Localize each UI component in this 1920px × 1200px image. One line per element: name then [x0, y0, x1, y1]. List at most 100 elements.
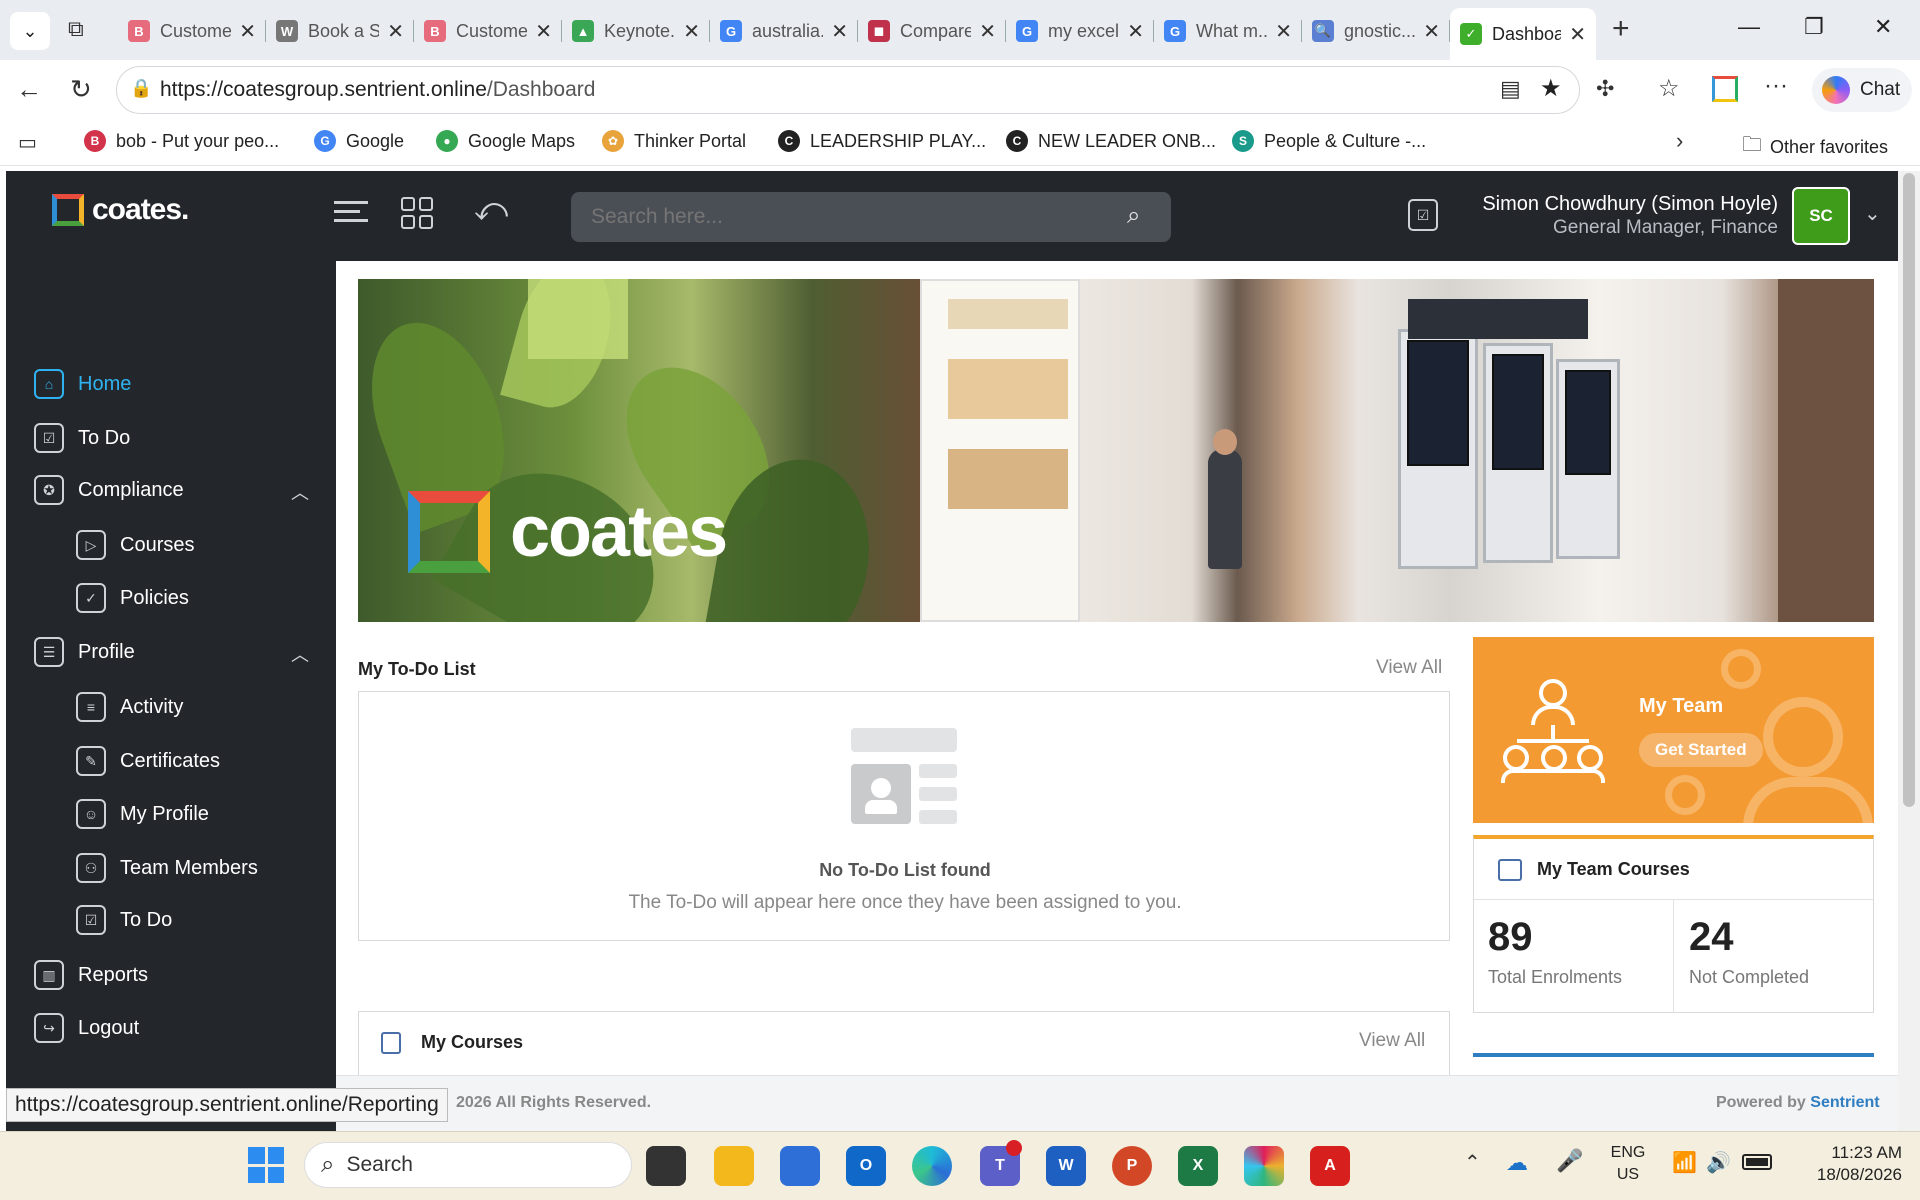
search-icon[interactable]: ⌕	[1127, 202, 1140, 230]
system-clock[interactable]: 11:23 AM 18/08/2026	[1790, 1142, 1902, 1186]
apps-grid-icon[interactable]	[401, 197, 433, 229]
close-tab-icon[interactable]: ✕	[387, 19, 404, 44]
workspaces-icon[interactable]: ⧉	[68, 16, 84, 42]
my-courses-view-all-link[interactable]: View All	[1359, 1030, 1425, 1052]
close-tab-icon[interactable]: ✕	[683, 19, 700, 44]
brand-logo[interactable]: coates.	[52, 193, 189, 227]
sidebar-item-courses[interactable]: ▷ Courses	[76, 530, 194, 560]
chevron-up-icon[interactable]: ︿	[291, 641, 309, 667]
microphone-icon[interactable]: 🎤	[1556, 1148, 1583, 1174]
more-options-icon[interactable]: ···	[1764, 72, 1788, 100]
tab-list-icon[interactable]: ▭	[18, 130, 37, 155]
sidebar-item-compliance[interactable]: ✪ Compliance	[34, 475, 184, 505]
close-tab-icon[interactable]: ✕	[831, 19, 848, 44]
page-scrollbar[interactable]	[1898, 171, 1920, 1131]
new-tab-button[interactable]: +	[1612, 12, 1630, 46]
switch-back-icon[interactable]: ⤺	[474, 191, 508, 229]
close-window-button[interactable]: ✕	[1874, 14, 1892, 40]
outlook-icon[interactable]: O	[846, 1146, 886, 1186]
clock-time: 11:23 AM	[1831, 1143, 1902, 1162]
favorites-overflow-icon[interactable]: ›	[1676, 128, 1683, 154]
sidebar-item-logout[interactable]: ↪ Logout	[34, 1013, 139, 1043]
file-explorer-icon[interactable]	[714, 1146, 754, 1186]
close-tab-icon[interactable]: ✕	[239, 19, 256, 44]
browser-tab[interactable]: G What m... ✕	[1154, 10, 1302, 52]
back-button[interactable]: ←	[16, 74, 42, 105]
browser-tab[interactable]: Gmy excel... ✕	[1006, 10, 1154, 52]
browser-tab[interactable]: W Book a Se... ✕	[266, 10, 414, 52]
powerpoint-icon[interactable]: P	[1112, 1146, 1152, 1186]
tasks-icon[interactable]: ☑	[1408, 199, 1438, 231]
sidebar-item-profile[interactable]: ☰ Profile	[34, 637, 135, 667]
language-indicator[interactable]: ENG US	[1604, 1142, 1652, 1186]
favorite-link[interactable]: ● Google Maps	[436, 130, 575, 152]
scrollbar-thumb[interactable]	[1903, 173, 1915, 807]
onedrive-icon[interactable]: ☁	[1506, 1150, 1528, 1176]
tab-actions-button[interactable]: ⌄	[10, 12, 50, 50]
browser-tab[interactable]: ▲ Keynote... ✕	[562, 10, 710, 52]
favorite-star-icon[interactable]: ★	[1540, 74, 1562, 103]
sidebar-item-my-profile[interactable]: ☺ My Profile	[76, 799, 209, 829]
excel-icon[interactable]: X	[1178, 1146, 1218, 1186]
favorites-icon[interactable]: ☆	[1658, 74, 1680, 103]
sentrient-link[interactable]: Sentrient	[1810, 1094, 1879, 1111]
extensions-icon[interactable]: ✣	[1596, 76, 1614, 102]
close-tab-icon[interactable]: ✕	[1569, 22, 1586, 47]
browser-tab[interactable]: B Customer... ✕	[414, 10, 562, 52]
refresh-button[interactable]: ↻	[70, 74, 92, 105]
edge-browser-icon[interactable]	[912, 1146, 952, 1186]
reader-view-icon[interactable]: ▤	[1500, 76, 1521, 102]
close-tab-icon[interactable]: ✕	[1127, 19, 1144, 44]
close-tab-icon[interactable]: ✕	[1275, 19, 1292, 44]
slack-icon[interactable]	[1244, 1146, 1284, 1186]
microsoft-store-icon[interactable]	[780, 1146, 820, 1186]
menu-toggle-icon[interactable]	[334, 195, 368, 228]
search-input[interactable]	[571, 192, 1111, 242]
close-tab-icon[interactable]: ✕	[979, 19, 996, 44]
taskbar-search-box[interactable]: ⌕ Search	[304, 1142, 632, 1188]
sidebar-item-team-members[interactable]: ⚇ Team Members	[76, 853, 258, 883]
minimize-button[interactable]: —	[1738, 14, 1760, 40]
reports-icon: ▥	[34, 960, 64, 990]
avatar[interactable]: SC	[1792, 187, 1850, 245]
favorite-link[interactable]: S People & Culture -...	[1232, 130, 1426, 152]
user-menu-chevron-icon[interactable]: ⌄	[1864, 201, 1881, 226]
task-view-icon[interactable]	[646, 1146, 686, 1186]
sidebar-item-to-do[interactable]: ☑ To Do	[34, 423, 130, 453]
acrobat-icon[interactable]: A	[1310, 1146, 1350, 1186]
browser-tab[interactable]: B Customer... ✕	[118, 10, 266, 52]
get-started-button[interactable]: Get Started	[1639, 733, 1763, 767]
chevron-up-icon[interactable]: ︿	[291, 479, 309, 505]
sidebar-item-home[interactable]: ⌂ Home	[34, 369, 131, 399]
browser-tab[interactable]: 🔍 gnostic... ✕	[1302, 10, 1450, 52]
word-icon[interactable]: W	[1046, 1146, 1086, 1186]
sidebar-item-certificates[interactable]: ✎ Certificates	[76, 746, 220, 776]
favorite-link[interactable]: ✿ Thinker Portal	[602, 130, 746, 152]
close-tab-icon[interactable]: ✕	[535, 19, 552, 44]
show-hidden-icons[interactable]: ⌃	[1464, 1150, 1481, 1175]
todo-view-all-link[interactable]: View All	[1376, 657, 1442, 679]
favorite-link[interactable]: Bbob - Put your peo...	[84, 130, 279, 152]
sidebar-item-activity[interactable]: ≡ Activity	[76, 692, 183, 722]
collections-icon[interactable]	[1712, 76, 1738, 102]
favorite-link[interactable]: C NEW LEADER ONB...	[1006, 130, 1216, 152]
search-box[interactable]: ⌕	[571, 192, 1171, 242]
browser-tab[interactable]: ◼ Compare... ✕	[858, 10, 1006, 52]
other-favorites[interactable]: 🗀 Other favorites	[1742, 130, 1888, 164]
wifi-icon[interactable]: 📶	[1672, 1150, 1697, 1175]
sidebar-item-reports[interactable]: ▥ Reports	[34, 960, 148, 990]
url-text[interactable]: https://coatesgroup.sentrient.online/Das…	[160, 78, 595, 102]
windows-start-icon[interactable]	[248, 1147, 284, 1183]
favorite-link[interactable]: C LEADERSHIP PLAY...	[778, 130, 986, 152]
browser-tab[interactable]: Gaustralia... ✕	[710, 10, 858, 52]
sidebar-item-policies[interactable]: ✓ Policies	[76, 583, 189, 613]
browser-tab[interactable]: ✓ Dashboard ✕	[1450, 8, 1596, 60]
close-tab-icon[interactable]: ✕	[1423, 19, 1440, 44]
copilot-chat-button[interactable]: Chat	[1812, 68, 1912, 112]
battery-icon[interactable]	[1742, 1154, 1772, 1170]
sidebar-item-to-do[interactable]: ☑ To Do	[76, 905, 172, 935]
volume-icon[interactable]: 🔊	[1706, 1150, 1731, 1175]
favorite-link[interactable]: G Google	[314, 130, 404, 152]
my-team-card[interactable]: My Team Get Started	[1473, 637, 1874, 823]
restore-button[interactable]: ❐	[1804, 14, 1824, 40]
